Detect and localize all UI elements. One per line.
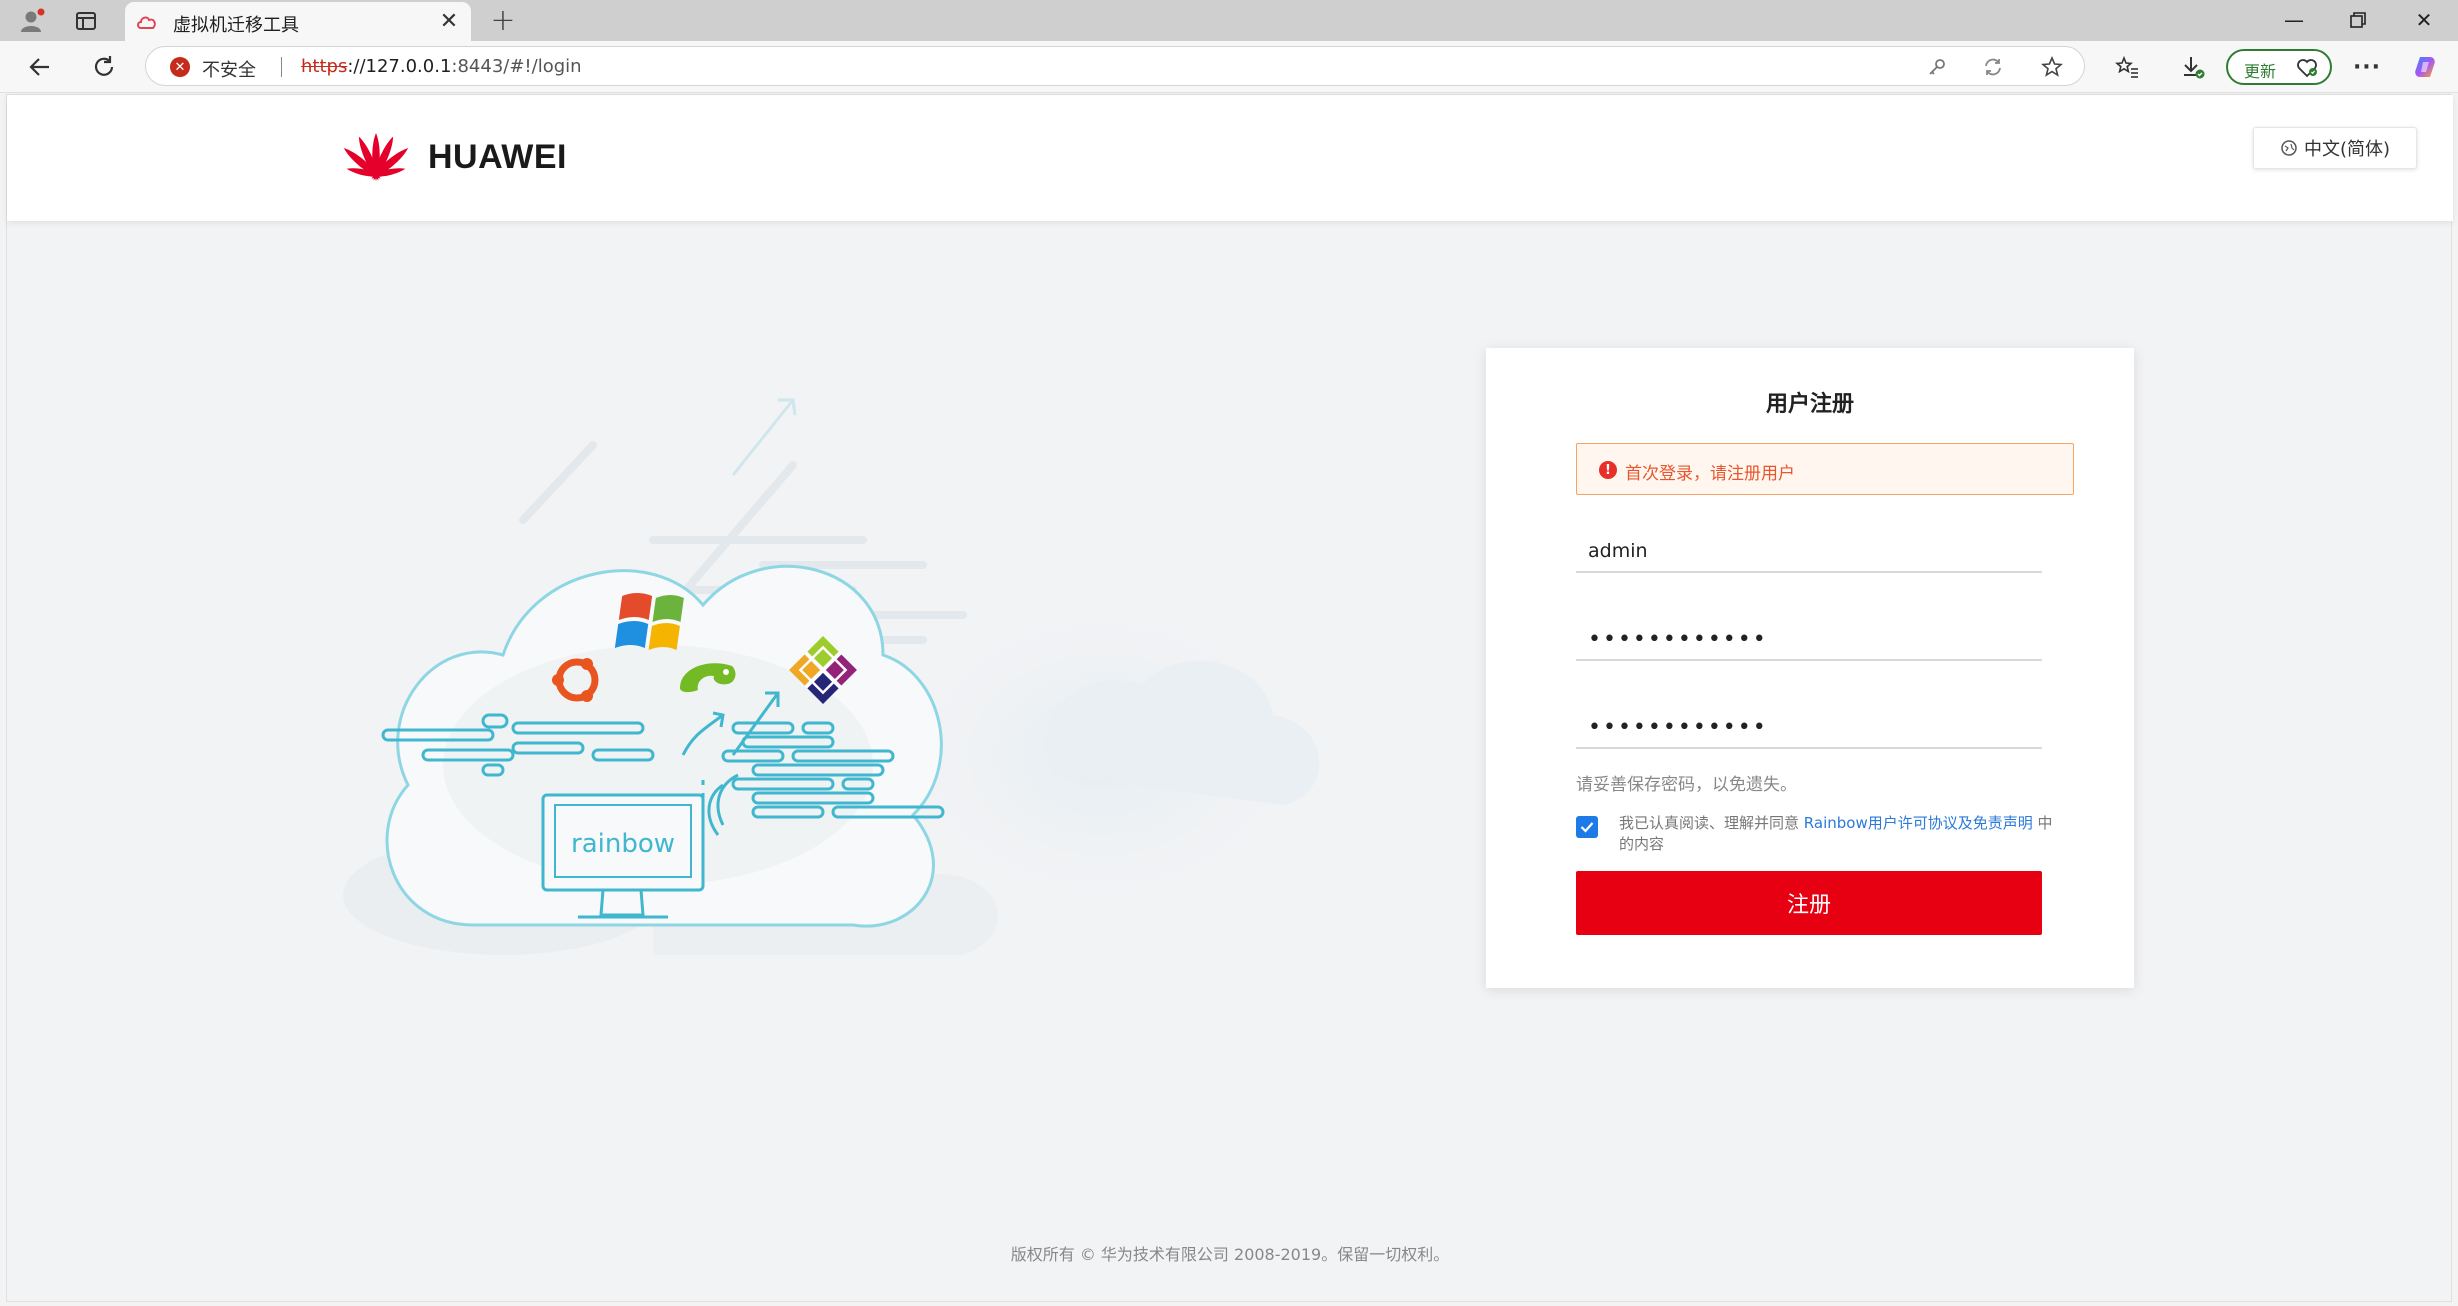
refresh-icon[interactable]	[86, 49, 122, 85]
migration-illustration: rainbow	[343, 398, 1323, 955]
more-icon[interactable]: ···	[2349, 49, 2385, 85]
first-login-alert: ! 首次登录，请注册用户	[1576, 443, 2074, 495]
heart-icon	[2296, 57, 2318, 79]
minimize-icon[interactable]: —	[2274, 4, 2314, 36]
url-host: ://127.0.0.1	[347, 56, 452, 77]
browser-tab-strip: 虚拟机迁移工具 ✕ + — ✕	[0, 0, 2458, 41]
tab-title: 虚拟机迁移工具	[173, 15, 299, 36]
agreement-text: 我已认真阅读、理解并同意 Rainbow用户许可协议及免责声明 中的内容	[1619, 813, 2059, 855]
url-text[interactable]: https://127.0.0.1:8443/#!/login	[301, 56, 582, 77]
password-field[interactable]	[1576, 619, 2042, 661]
alert-icon: !	[1599, 461, 1617, 479]
agreement-checkbox[interactable]	[1576, 816, 1598, 838]
username-field[interactable]	[1576, 531, 2042, 573]
security-label[interactable]: 不安全	[202, 56, 256, 82]
url-path: :8443/#!/login	[451, 56, 582, 77]
register-card: 用户注册 ! 首次登录，请注册用户 请妥善保存密码，以免遗失。 我已认真阅读、理…	[1486, 348, 2134, 988]
language-label: 中文(简体)	[2303, 139, 2391, 160]
window-close-icon[interactable]: ✕	[2404, 4, 2444, 36]
url-protocol: https	[301, 56, 348, 77]
agreement-prefix: 我已认真阅读、理解并同意	[1619, 814, 1804, 832]
restore-icon[interactable]	[2338, 4, 2378, 36]
address-bar[interactable]: ✕ 不安全 https://127.0.0.1:8443/#!/login	[145, 46, 2085, 86]
password-hint: 请妥善保存密码，以免遗失。	[1576, 775, 1797, 795]
tab-actions-icon[interactable]	[68, 4, 104, 38]
browser-tab[interactable]: 虚拟机迁移工具 ✕	[125, 2, 471, 41]
profile-icon[interactable]	[14, 4, 50, 38]
close-icon[interactable]: ✕	[437, 9, 461, 34]
divider	[281, 57, 282, 77]
confirm-password-field[interactable]	[1576, 707, 2042, 749]
check-icon	[1580, 822, 1594, 833]
copyright-footer: 版权所有 © 华为技术有限公司 2008-2019。保留一切权利。	[1010, 1245, 1450, 1264]
huawei-logo[interactable]: HUAWEI	[336, 131, 567, 183]
favorites-icon[interactable]	[2109, 49, 2145, 85]
globe-icon	[2281, 140, 2297, 156]
warning-icon: ✕	[170, 57, 190, 77]
sync-icon[interactable]	[1980, 54, 2006, 80]
huawei-petals-icon	[343, 133, 409, 181]
download-icon[interactable]	[2174, 49, 2210, 85]
update-button[interactable]: 更新	[2226, 49, 2332, 85]
back-icon[interactable]	[22, 49, 58, 85]
cloud-favicon-icon	[135, 10, 159, 34]
page: HUAWEI 中文(简体) rainbow 用户注册 ! 首次登录，请注册用户 …	[6, 94, 2453, 1302]
language-selector[interactable]: 中文(简体)	[2253, 127, 2417, 169]
copilot-icon[interactable]	[2408, 49, 2444, 85]
logo-text: HUAWEI	[428, 137, 567, 176]
monitor-text: rainbow	[571, 829, 675, 859]
background-arrow	[731, 398, 797, 476]
register-button[interactable]: 注册	[1576, 871, 2042, 935]
browser-toolbar: ✕ 不安全 https://127.0.0.1:8443/#!/login 更新…	[0, 41, 2458, 93]
key-icon[interactable]	[1924, 54, 1950, 80]
plus-icon[interactable]: +	[487, 3, 519, 38]
site-header: HUAWEI 中文(简体)	[7, 95, 2453, 221]
star-icon[interactable]	[2039, 54, 2065, 80]
register-title: 用户注册	[1765, 392, 1854, 417]
alert-text: 首次登录，请注册用户	[1625, 464, 1795, 484]
license-link[interactable]: Rainbow用户许可协议及免责声明	[1804, 814, 2033, 832]
update-label: 更新	[2244, 62, 2277, 81]
